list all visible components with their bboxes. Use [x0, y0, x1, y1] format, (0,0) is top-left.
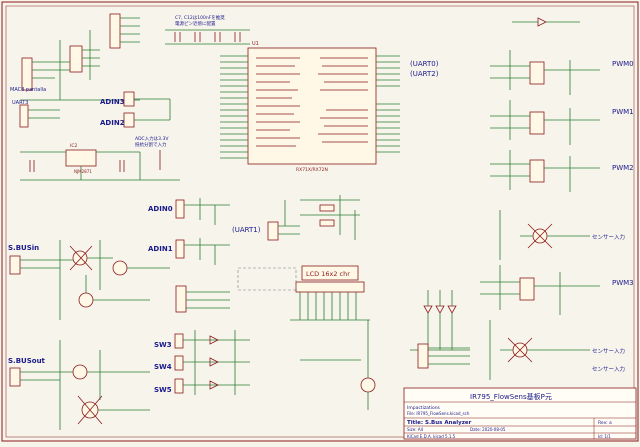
caps-note-2: 電源ピン近傍に配置	[175, 20, 216, 27]
sensor-input-b: センサー入力	[592, 347, 625, 355]
schematic-sheet: MAC8 pantalla UART3 ADIN3 ADIN2 C7, C12は…	[0, 0, 640, 443]
adin1-label: ADIN1	[148, 245, 173, 253]
svg-text:UART3: UART3	[12, 100, 28, 106]
switch-inputs	[174, 330, 250, 395]
vreg-ref: IC2	[70, 143, 77, 149]
decoupling-caps	[165, 29, 250, 45]
lcd-module	[290, 265, 376, 410]
sw3-label: SW3	[154, 341, 172, 349]
pwm3-block	[480, 265, 600, 315]
sbus-in-circuit	[9, 240, 170, 320]
sheet-id: Id: 1/1	[598, 434, 611, 439]
uart1-label: (UART1)	[232, 226, 261, 234]
caps-note: C7, C12は100nFを推奨	[175, 14, 225, 21]
sensor-input-c: センサー入力	[592, 365, 625, 373]
sw4-label: SW4	[154, 363, 172, 371]
sheet-date: Date: 2020-08-05	[470, 427, 506, 432]
pwm1-block	[490, 100, 600, 145]
sheet-title: Title: S.Bus Analyzer	[407, 420, 472, 426]
sensor-circuit-b	[489, 320, 590, 380]
mcu-ref: U1	[252, 41, 259, 47]
adin2-label: ADIN2	[100, 119, 125, 127]
top-right-led	[512, 17, 580, 27]
file-name: File: IR795_FlowSens.kicad_sch	[407, 411, 470, 416]
vreg-name: NJM2871	[74, 169, 92, 174]
project-name: IR795_FlowSens基板P元	[470, 392, 552, 401]
adc-note-1: ADC入力は3.3V	[135, 135, 169, 142]
revision: Rev: a	[598, 420, 612, 426]
mid-transistors	[300, 195, 360, 240]
mcu-name: RX71X/RX72N	[296, 167, 328, 173]
uart2-label: (UART2)	[410, 70, 439, 78]
pwm1-label: PWM1	[612, 108, 634, 116]
pwm0-block	[490, 50, 600, 95]
pwm2-label: PWM2	[612, 164, 634, 172]
uart0-label: (UART0)	[410, 60, 439, 68]
bottom-right-connector	[417, 343, 470, 369]
sbus-out-circuit	[9, 340, 150, 430]
sheet-size: Size: A4	[407, 427, 424, 432]
lcd-label: LCD 16x2 chr	[306, 270, 350, 278]
top-left-connectors	[19, 13, 140, 128]
uart1-connector	[267, 200, 300, 241]
kicad-version: KiCad E.D.A. kicad 5.1.5	[407, 434, 456, 439]
schematic-canvas: MAC8 pantalla UART3 ADIN3 ADIN2 C7, C12は…	[1, 1, 639, 442]
mid-connector	[175, 285, 230, 313]
sensor-circuit-a	[499, 210, 590, 260]
voltage-regulator	[20, 149, 180, 181]
sensor-input-a: センサー入力	[592, 233, 625, 241]
adc-note-2: 抵抗分割で入力	[135, 141, 167, 148]
mcu-u1	[220, 47, 400, 165]
pwm0-label: PWM0	[612, 60, 634, 68]
mid-note-box	[237, 267, 297, 291]
adin-inputs	[175, 198, 230, 265]
pwm3-label: PWM3	[612, 279, 634, 287]
svg-text:MAC8 pantalla: MAC8 pantalla	[10, 87, 46, 93]
sw5-label: SW5	[154, 386, 172, 394]
adin3-label: ADIN3	[100, 98, 125, 106]
sbus-out-label: S.BUSout	[8, 357, 46, 365]
adin0-label: ADIN0	[148, 205, 173, 213]
sbus-in-label: S.BUSin	[8, 244, 39, 252]
led-array	[410, 290, 470, 351]
pwm2-block	[490, 150, 600, 192]
